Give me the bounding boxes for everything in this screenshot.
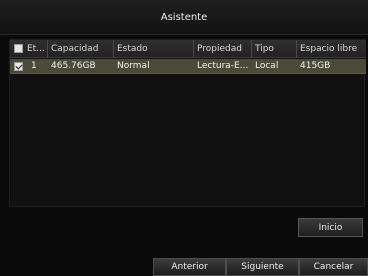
column-header-property[interactable]: Propiedad (194, 40, 252, 58)
cell-status: Normal (117, 61, 150, 71)
next-button[interactable]: Siguiente (226, 258, 299, 276)
window-title-bar: Asistente (0, 0, 368, 35)
window-title: Asistente (160, 11, 208, 23)
column-header-type[interactable]: Tipo (252, 40, 297, 58)
cell-type: Local (255, 61, 279, 71)
init-button[interactable]: Inicio (298, 218, 363, 237)
column-header-free-space[interactable]: Espacio libre (297, 40, 366, 58)
cell-label: 1 (31, 61, 37, 71)
cancel-button[interactable]: Cancelar (299, 258, 368, 276)
column-header-label[interactable]: Et... (24, 40, 48, 58)
column-header-capacity[interactable]: Capacidad (48, 40, 114, 58)
hdd-table: Et... Capacidad Estado Propiedad Tipo Es… (9, 39, 366, 207)
select-all-checkbox[interactable] (14, 44, 23, 53)
row-checkbox[interactable] (14, 62, 23, 71)
column-header-status[interactable]: Estado (114, 40, 194, 58)
cell-property: Lectura-E... (197, 61, 249, 71)
previous-button[interactable]: Anterior (153, 258, 226, 276)
cell-free-space: 415GB (300, 61, 331, 71)
cell-capacity: 465.76GB (51, 61, 96, 71)
table-row[interactable]: 1 465.76GB Normal Lectura-E... Local 415… (10, 59, 366, 74)
table-header: Et... Capacidad Estado Propiedad Tipo Es… (10, 40, 366, 58)
